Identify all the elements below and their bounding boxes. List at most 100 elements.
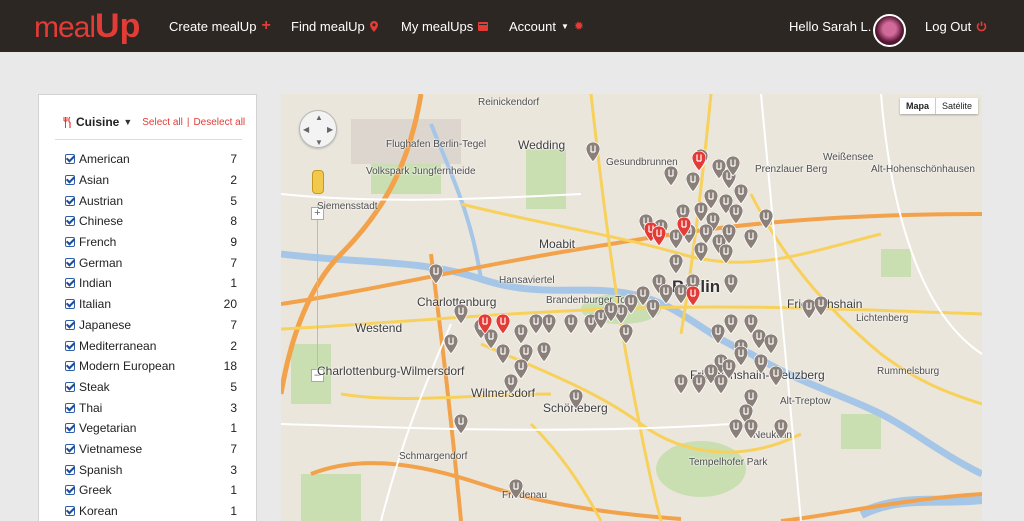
checkbox[interactable]: [65, 278, 75, 289]
checkbox[interactable]: [65, 443, 75, 454]
cuisine-item[interactable]: French 9: [65, 232, 237, 253]
highlighted-restaurant-marker-icon[interactable]: [692, 151, 706, 171]
checkbox[interactable]: [65, 257, 75, 268]
cuisine-item[interactable]: Greek 1: [65, 480, 237, 501]
restaurant-marker-icon[interactable]: [496, 344, 510, 364]
zoom-slider-track[interactable]: [317, 204, 318, 374]
restaurant-marker-icon[interactable]: [669, 254, 683, 274]
deselect-all-link[interactable]: Deselect all: [193, 117, 245, 128]
street-view-pegman-icon[interactable]: [312, 170, 324, 194]
pan-left-icon[interactable]: ◀: [303, 125, 309, 134]
checkbox[interactable]: [65, 340, 75, 351]
restaurant-marker-icon[interactable]: [454, 304, 468, 324]
cuisine-title[interactable]: Cuisine: [76, 115, 119, 129]
checkbox[interactable]: [65, 485, 75, 496]
checkbox[interactable]: [65, 175, 75, 186]
checkbox[interactable]: [65, 216, 75, 227]
restaurant-marker-icon[interactable]: [646, 299, 660, 319]
checkbox[interactable]: [65, 361, 75, 372]
restaurant-marker-icon[interactable]: [686, 172, 700, 192]
nav-create-mealup[interactable]: Create mealUp +: [169, 0, 271, 52]
cuisine-item[interactable]: Vegetarian 1: [65, 418, 237, 439]
restaurant-marker-icon[interactable]: [674, 374, 688, 394]
checkbox[interactable]: [65, 506, 75, 517]
pan-control[interactable]: ▲ ▼ ◀ ▶: [299, 110, 337, 148]
restaurant-marker-icon[interactable]: [754, 354, 768, 374]
checkbox[interactable]: [65, 381, 75, 392]
nav-account-dropdown[interactable]: Account ▼ ✹: [509, 0, 584, 52]
restaurant-marker-icon[interactable]: [724, 274, 738, 294]
logout-button[interactable]: Log Out: [925, 0, 987, 52]
restaurant-marker-icon[interactable]: [734, 346, 748, 366]
cuisine-item[interactable]: Steak 5: [65, 377, 237, 398]
cuisine-item[interactable]: Italian 20: [65, 294, 237, 315]
pan-down-icon[interactable]: ▼: [315, 138, 323, 147]
restaurant-marker-icon[interactable]: [529, 314, 543, 334]
map-type-map[interactable]: Mapa: [900, 98, 936, 114]
restaurant-marker-icon[interactable]: [744, 419, 758, 439]
restaurant-marker-icon[interactable]: [429, 264, 443, 284]
caret-down-icon[interactable]: ▼: [123, 117, 132, 127]
cuisine-item[interactable]: American 7: [65, 149, 237, 170]
cuisine-item[interactable]: Modern European 18: [65, 356, 237, 377]
cuisine-item[interactable]: German 7: [65, 252, 237, 273]
cuisine-item[interactable]: Spanish 3: [65, 459, 237, 480]
avatar[interactable]: [873, 14, 906, 47]
restaurant-marker-icon[interactable]: [726, 156, 740, 176]
restaurant-marker-icon[interactable]: [694, 242, 708, 262]
restaurant-marker-icon[interactable]: [724, 314, 738, 334]
restaurant-marker-icon[interactable]: [664, 166, 678, 186]
pan-up-icon[interactable]: ▲: [315, 113, 323, 122]
restaurant-marker-icon[interactable]: [509, 479, 523, 499]
highlighted-restaurant-marker-icon[interactable]: [652, 226, 666, 246]
restaurant-marker-icon[interactable]: [542, 314, 556, 334]
checkbox[interactable]: [65, 237, 75, 248]
map-type-satellite[interactable]: Satélite: [936, 98, 978, 114]
nav-find-mealup[interactable]: Find mealUp: [291, 0, 378, 52]
restaurant-marker-icon[interactable]: [604, 302, 618, 322]
restaurant-marker-icon[interactable]: [722, 224, 736, 244]
restaurant-marker-icon[interactable]: [729, 204, 743, 224]
highlighted-restaurant-marker-icon[interactable]: [677, 217, 691, 237]
restaurant-marker-icon[interactable]: [504, 374, 518, 394]
restaurant-marker-icon[interactable]: [514, 324, 528, 344]
restaurant-marker-icon[interactable]: [734, 184, 748, 204]
restaurant-marker-icon[interactable]: [619, 324, 633, 344]
restaurant-marker-icon[interactable]: [699, 224, 713, 244]
restaurant-marker-icon[interactable]: [586, 142, 600, 162]
restaurant-marker-icon[interactable]: [714, 374, 728, 394]
restaurant-marker-icon[interactable]: [569, 389, 583, 409]
cuisine-item[interactable]: Korean 1: [65, 501, 237, 521]
restaurant-marker-icon[interactable]: [774, 419, 788, 439]
checkbox[interactable]: [65, 423, 75, 434]
highlighted-restaurant-marker-icon[interactable]: [478, 314, 492, 334]
restaurant-marker-icon[interactable]: [814, 296, 828, 316]
restaurant-marker-icon[interactable]: [659, 284, 673, 304]
checkbox[interactable]: [65, 154, 75, 165]
restaurant-marker-icon[interactable]: [729, 419, 743, 439]
mealup-logo[interactable]: meal Up: [34, 6, 140, 46]
cuisine-item[interactable]: Asian 2: [65, 170, 237, 191]
cuisine-item[interactable]: Japanese 7: [65, 315, 237, 336]
restaurant-marker-icon[interactable]: [764, 334, 778, 354]
checkbox[interactable]: [65, 299, 75, 310]
cuisine-item[interactable]: Chinese 8: [65, 211, 237, 232]
highlighted-restaurant-marker-icon[interactable]: [496, 314, 510, 334]
cuisine-item[interactable]: Vietnamese 7: [65, 439, 237, 460]
restaurant-marker-icon[interactable]: [769, 366, 783, 386]
restaurant-marker-icon[interactable]: [444, 334, 458, 354]
cuisine-item[interactable]: Indian 1: [65, 273, 237, 294]
restaurant-marker-icon[interactable]: [537, 342, 551, 362]
restaurant-marker-icon[interactable]: [564, 314, 578, 334]
restaurant-marker-icon[interactable]: [759, 209, 773, 229]
checkbox[interactable]: [65, 319, 75, 330]
restaurant-marker-icon[interactable]: [692, 374, 706, 394]
restaurant-marker-icon[interactable]: [711, 324, 725, 344]
nav-my-mealups[interactable]: My mealUps: [401, 0, 489, 52]
checkbox[interactable]: [65, 402, 75, 413]
pan-right-icon[interactable]: ▶: [327, 125, 333, 134]
restaurant-marker-icon[interactable]: [454, 414, 468, 434]
map-view[interactable]: Mapa Satélite ▲ ▼ ◀ ▶ + – Berlin Charlot…: [281, 94, 982, 521]
cuisine-item[interactable]: Thai 3: [65, 397, 237, 418]
highlighted-restaurant-marker-icon[interactable]: [686, 286, 700, 306]
